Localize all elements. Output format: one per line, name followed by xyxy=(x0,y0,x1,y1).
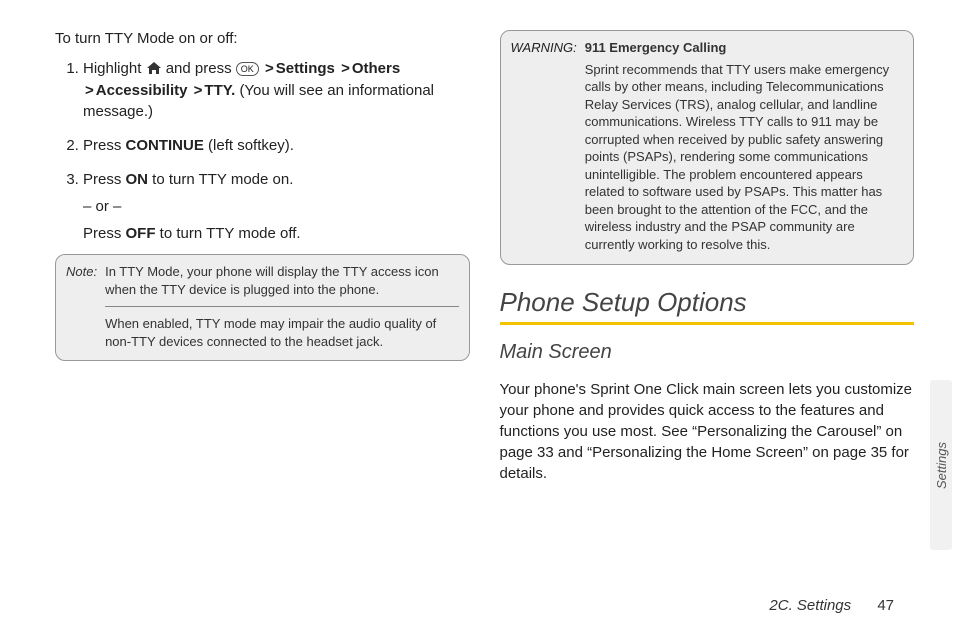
section-heading: Phone Setup Options xyxy=(500,287,915,318)
left-column: To turn TTY Mode on or off: Highlight an… xyxy=(55,30,470,499)
or-text: – or – xyxy=(83,198,470,215)
step2-a: Press xyxy=(83,137,126,154)
warning-box: WARNING: 911 Emergency Calling Sprint re… xyxy=(500,30,915,265)
step2-b: (left softkey). xyxy=(204,137,294,154)
subsection-heading: Main Screen xyxy=(500,341,915,364)
chevron-icon: > xyxy=(265,60,274,77)
chevron-icon: > xyxy=(341,60,350,77)
nav-settings: Settings xyxy=(276,60,335,77)
step1-part-a: Highlight xyxy=(83,60,146,77)
home-icon xyxy=(146,61,162,81)
warning-label: WARNING: xyxy=(511,39,577,254)
step1-part-b: and press xyxy=(166,60,236,77)
step-3: Press ON to turn TTY mode on. xyxy=(83,170,470,190)
note-p1: In TTY Mode, your phone will display the… xyxy=(105,263,458,298)
step3-alt: Press OFF to turn TTY mode off. xyxy=(83,225,470,242)
chevron-icon: > xyxy=(85,82,94,99)
footer-page-number: 47 xyxy=(877,597,894,614)
nav-others: Others xyxy=(352,60,400,77)
step-2: Press CONTINUE (left softkey). xyxy=(83,136,470,156)
menu-ok-icon: OK xyxy=(236,62,259,76)
step3-a: Press xyxy=(83,171,126,188)
right-column: WARNING: 911 Emergency Calling Sprint re… xyxy=(500,30,915,499)
note-label: Note: xyxy=(66,263,97,350)
step2-key: CONTINUE xyxy=(126,137,204,154)
step-1: Highlight and press OK >Settings >Others… xyxy=(83,59,470,122)
or-block: – or – Press OFF to turn TTY mode off. xyxy=(83,198,470,242)
intro-text: To turn TTY Mode on or off: xyxy=(55,30,470,47)
warning-text: Sprint recommends that TTY users make em… xyxy=(585,62,889,252)
step3-b: to turn TTY mode on. xyxy=(148,171,293,188)
side-tab-label: Settings xyxy=(934,442,949,489)
footer-section: 2C. Settings xyxy=(769,597,851,614)
note-body: In TTY Mode, your phone will display the… xyxy=(105,263,458,350)
step3c-a: Press xyxy=(83,225,126,242)
step3c-b: to turn TTY mode off. xyxy=(156,225,301,242)
steps-list: Highlight and press OK >Settings >Others… xyxy=(55,59,470,190)
section-underline xyxy=(500,322,915,325)
nav-tty: TTY. xyxy=(204,82,235,99)
warning-body: 911 Emergency Calling Sprint recommends … xyxy=(585,39,903,254)
step3c-key: OFF xyxy=(126,225,156,242)
side-tab: Settings xyxy=(930,380,952,550)
note-box: Note: In TTY Mode, your phone will displ… xyxy=(55,254,470,361)
warning-title: 911 Emergency Calling xyxy=(585,39,903,57)
note-divider xyxy=(105,306,458,307)
chevron-icon: > xyxy=(194,82,203,99)
nav-accessibility: Accessibility xyxy=(96,82,188,99)
page-footer: 2C. Settings 47 xyxy=(769,597,894,614)
body-paragraph: Your phone's Sprint One Click main scree… xyxy=(500,379,915,484)
step3-key: ON xyxy=(126,171,149,188)
note-p2: When enabled, TTY mode may impair the au… xyxy=(105,315,458,350)
